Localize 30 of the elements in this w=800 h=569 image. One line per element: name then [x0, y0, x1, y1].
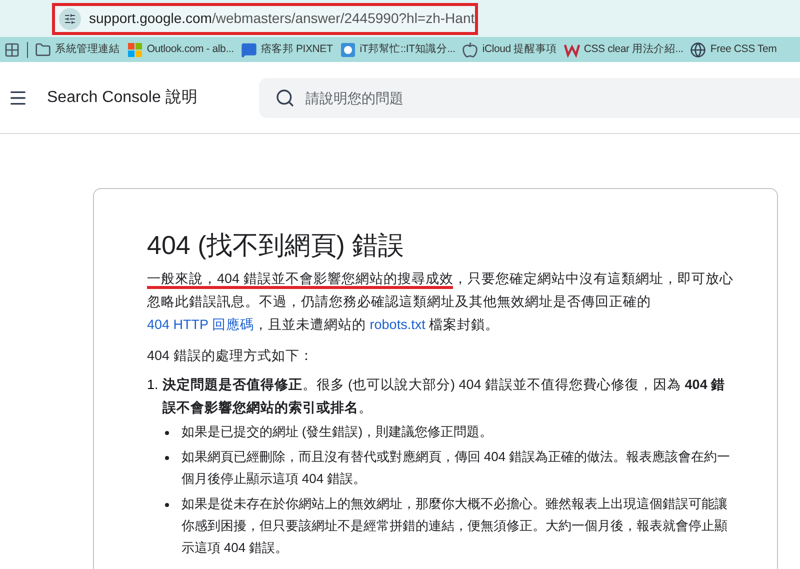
apple-icon: [462, 42, 478, 58]
lead-text: 404 錯誤的處理方式如下：: [147, 347, 314, 365]
url-text: support.google.com/webmasters/answer/2445990?hl=zh-Hant: [89, 9, 475, 28]
bullet-text: 如果網頁已經刪除，而且沒有替代或對應網頁，傳回 404 錯誤為正確的做法。報表應該會在約一個月後停止顯示這項 404 錯誤。: [181, 448, 732, 488]
bookmark-item[interactable]: iCloud 提醒事項: [462, 42, 557, 58]
product-title: Search Console 說明: [47, 88, 198, 108]
search-icon: [275, 88, 296, 108]
article-title: 404 (找不到網頁) 錯誤: [147, 229, 406, 261]
step-number: 1.: [147, 376, 158, 394]
bookmark-item[interactable]: Outlook.com - alb...: [126, 42, 234, 58]
help-link[interactable]: 404 HTTP 回應碼: [147, 317, 254, 332]
bookmark-item[interactable]: 痞客邦 PIXNET: [240, 42, 333, 58]
chat-bubble-icon: [240, 42, 257, 58]
search-field[interactable]: 請說明您的問題: [259, 78, 800, 118]
bookmark-item[interactable]: Free CSS Tem: [690, 42, 777, 58]
globe-icon: [690, 42, 706, 58]
bookmark-item[interactable]: CSS clear 用法介紹...: [564, 42, 684, 58]
bookmark-item[interactable]: 系統管理連結: [35, 42, 120, 58]
bookmark-item[interactable]: iT邦幫忙::IT知識分...: [340, 42, 456, 58]
square-logo-icon: [340, 42, 356, 58]
bullet-text: 如果是從未存在於你網站上的無效網址，那麼你大概不必擔心。雖然報表上出現這個錯誤可能讓你感到困擾，但只要該網址不是經常拼錯的連結，便無須修正。大約一個月後，報表就會停止顯示這項 404 錯誤。: [181, 495, 728, 557]
step-text: 決定問題是否值得修正。很多 (也可以說大部分) 404 錯誤並不值得您費心修復，因為 404 錯誤不會影響您網站的索引或排名。: [162, 376, 726, 417]
help-link[interactable]: robots.txt: [370, 317, 426, 332]
apps-grid-icon[interactable]: [4, 42, 20, 58]
site-settings-icon[interactable]: [59, 8, 81, 30]
folder-icon: [35, 42, 51, 58]
bullet-text: 如果是已提交的網址 (發生錯誤)，則建議您修正問題。: [181, 423, 493, 441]
address-bar[interactable]: support.google.com/webmasters/answer/2445990?hl=zh-Hant: [52, 2, 478, 34]
tiles-icon: [126, 42, 143, 58]
intro-paragraph: 一般來說，404 錯誤並不會影響您網站的搜尋成效，只要您確定網站中沒有這類網址，即可放心忽略此錯誤訊息。不過，仍請您務必確認這類網址及其他無效網址是否傳回正確的 404 HTTP 回應碼，且並未遭網站的 robots.txt 檔案封鎖。: [147, 270, 734, 334]
